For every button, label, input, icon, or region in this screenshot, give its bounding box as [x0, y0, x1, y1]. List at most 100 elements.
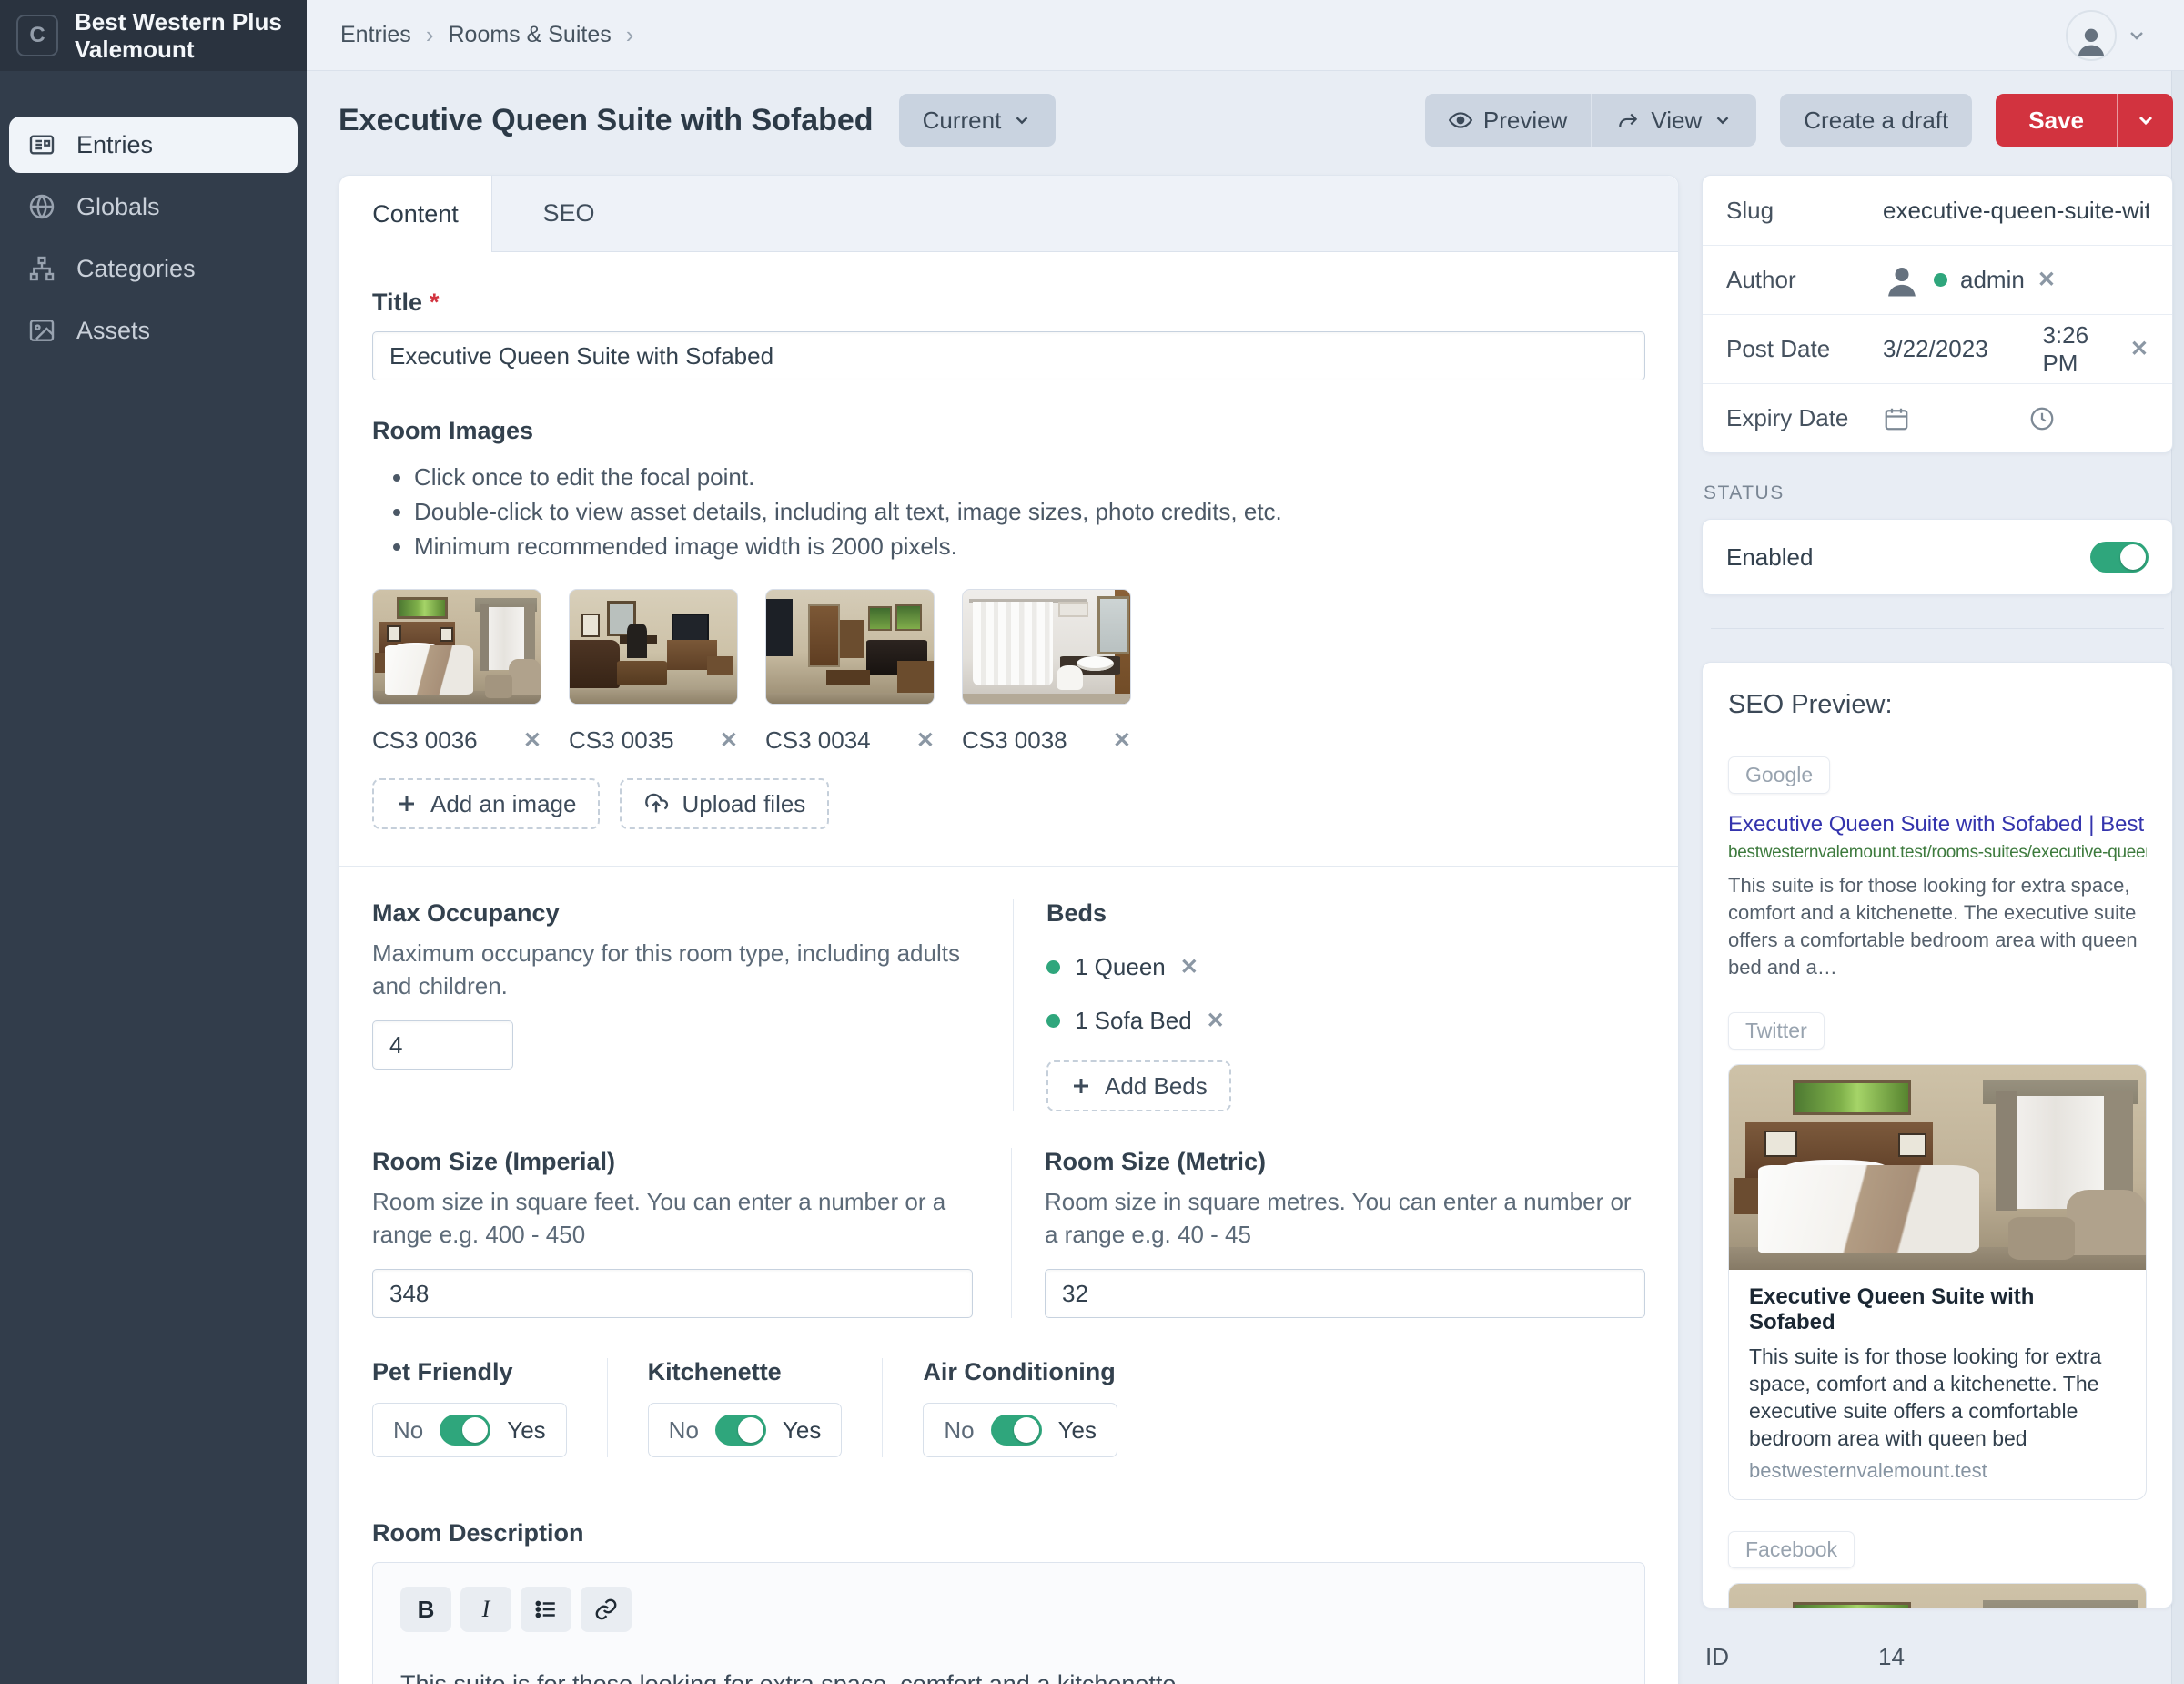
- asset-thumb-suite-entry[interactable]: [765, 589, 935, 705]
- image-icon: [27, 316, 56, 345]
- remove-asset-icon[interactable]: ✕: [523, 727, 541, 754]
- sidebar-item-assets[interactable]: Assets: [9, 302, 298, 359]
- header-actions: Preview View Create a draft Save: [1424, 94, 2173, 147]
- asset-name: CS3 0034: [765, 726, 871, 754]
- chevron-right-icon: ›: [425, 21, 434, 48]
- asset-thumb-bathroom[interactable]: [962, 589, 1131, 705]
- air-conditioning-field: Air Conditioning No Yes: [882, 1358, 1158, 1457]
- twitter-card-domain: bestwesternvalemount.test: [1749, 1459, 1987, 1482]
- expiry-date-inputs: [1883, 405, 2056, 432]
- plus-icon: [399, 796, 414, 811]
- id-value: 14: [1878, 1643, 1905, 1670]
- save-button[interactable]: Save: [1996, 94, 2117, 147]
- room-size-metric-input[interactable]: [1045, 1269, 1645, 1318]
- twitter-card-description: This suite is for those looking for extr…: [1749, 1344, 2102, 1450]
- remove-asset-icon[interactable]: ✕: [1113, 727, 1131, 754]
- tab-label: Content: [372, 199, 459, 228]
- revision-select[interactable]: Current: [898, 94, 1057, 147]
- expiry-date-row: Expiry Date: [1703, 383, 2172, 452]
- id-row: ID 14: [1705, 1643, 2169, 1671]
- globe-icon: [27, 192, 56, 221]
- rte-toolbar: B I: [400, 1587, 1617, 1632]
- remove-asset-icon[interactable]: ✕: [720, 727, 738, 754]
- toggle-knob: [1013, 1417, 1039, 1443]
- calendar-icon[interactable]: [1883, 405, 1910, 432]
- title-input[interactable]: [372, 331, 1645, 380]
- cloud-upload-icon: [645, 793, 669, 813]
- list-button[interactable]: [521, 1587, 571, 1632]
- pet-friendly-label: Pet Friendly: [372, 1358, 513, 1385]
- clear-date-icon[interactable]: ✕: [2130, 336, 2149, 362]
- sidebar-divider: [1711, 628, 2164, 629]
- asset-name: CS3 0035: [569, 726, 674, 754]
- author-label: Author: [1726, 266, 1796, 293]
- chevron-right-icon: ›: [625, 21, 634, 48]
- preview-view-group: Preview View: [1424, 94, 1757, 147]
- upload-files-button[interactable]: Upload files: [620, 778, 830, 829]
- asset-thumb-living-room[interactable]: [569, 589, 738, 705]
- chevron-down-icon: [2138, 116, 2153, 126]
- rte-content[interactable]: This suite is for those looking for extr…: [400, 1669, 1617, 1684]
- asset-thumb-bedroom[interactable]: [372, 589, 541, 705]
- room-description-label: Room Description: [372, 1519, 584, 1547]
- preview-button[interactable]: Preview: [1424, 94, 1592, 147]
- slug-value[interactable]: executive-queen-suite-with-s: [1883, 197, 2149, 225]
- room-size-row: Room Size (Imperial) Room size in square…: [372, 1111, 1645, 1318]
- author-value[interactable]: admin ✕: [1883, 261, 2056, 299]
- tab-seo[interactable]: SEO: [492, 176, 645, 251]
- sidebar: C Best Western Plus Valemount Entries Gl…: [0, 0, 307, 1684]
- remove-bed-icon[interactable]: ✕: [1180, 954, 1198, 980]
- max-occupancy-instructions: Maximum occupancy for this room type, in…: [372, 939, 960, 999]
- remove-author-icon[interactable]: ✕: [2037, 267, 2056, 293]
- scrollbar-track[interactable]: [2171, 71, 2184, 1684]
- sidebar-item-label: Entries: [76, 130, 154, 158]
- link-button[interactable]: [581, 1587, 632, 1632]
- title-label: Title: [372, 289, 423, 316]
- google-result-title[interactable]: Executive Queen Suite with Sofabed | Bes…: [1728, 812, 2147, 837]
- add-beds-button[interactable]: Add Beds: [1046, 1060, 1231, 1111]
- status-dot-icon: [1046, 1014, 1060, 1028]
- add-image-button[interactable]: Add an image: [372, 778, 601, 829]
- post-time-value[interactable]: 3:26 PM: [2042, 321, 2129, 378]
- max-occupancy-field: Max Occupancy Maximum occupancy for this…: [372, 899, 1013, 1111]
- remove-asset-icon[interactable]: ✕: [916, 727, 935, 754]
- bold-button[interactable]: B: [400, 1587, 451, 1632]
- italic-button[interactable]: I: [460, 1587, 511, 1632]
- tab-bar: Content SEO: [339, 176, 1678, 252]
- twitter-card-image: [1729, 1065, 2146, 1270]
- tab-content[interactable]: Content: [339, 176, 492, 252]
- sidebar-item-globals[interactable]: Globals: [9, 178, 298, 235]
- link-icon: [595, 1598, 617, 1620]
- room-images-instructions: Click once to edit the focal point. Doub…: [414, 460, 1645, 563]
- asset-thumbnails: [372, 589, 1645, 705]
- toggle-off-label: No: [944, 1415, 975, 1444]
- enabled-toggle[interactable]: [2090, 542, 2149, 573]
- clock-icon[interactable]: [2028, 405, 2056, 432]
- facebook-card-image: [1729, 1584, 2146, 1608]
- room-size-imperial-input[interactable]: [372, 1269, 973, 1318]
- sidebar-item-categories[interactable]: Categories: [9, 240, 298, 297]
- save-menu-button[interactable]: [2117, 94, 2173, 147]
- room-size-imperial-field: Room Size (Imperial) Room size in square…: [372, 1148, 1011, 1318]
- breadcrumb-rooms-suites[interactable]: Rooms & Suites: [448, 22, 611, 48]
- site-logo[interactable]: C: [16, 15, 58, 56]
- chevron-down-icon: [2126, 25, 2148, 46]
- air-conditioning-toggle[interactable]: No Yes: [923, 1403, 1118, 1457]
- slug-label: Slug: [1726, 196, 1774, 224]
- pet-friendly-toggle[interactable]: No Yes: [372, 1403, 567, 1457]
- sidebar-item-entries[interactable]: Entries: [9, 117, 298, 173]
- google-result-description: This suite is for those looking for extr…: [1728, 874, 2138, 979]
- breadcrumb-entries[interactable]: Entries: [340, 22, 411, 48]
- occupancy-beds-row: Max Occupancy Maximum occupancy for this…: [372, 867, 1645, 1111]
- field-label: Title *: [372, 289, 1645, 317]
- max-occupancy-input[interactable]: [372, 1020, 513, 1070]
- view-button[interactable]: View: [1591, 94, 1757, 147]
- post-date-value[interactable]: 3/22/2023: [1883, 335, 2018, 363]
- remove-bed-icon[interactable]: ✕: [1207, 1008, 1225, 1034]
- rich-text-editor[interactable]: B I This suite is for those looking for …: [372, 1562, 1645, 1684]
- topbar: Entries › Rooms & Suites ›: [307, 0, 2184, 71]
- kitchenette-toggle[interactable]: No Yes: [647, 1403, 843, 1457]
- slug-row: Slug executive-queen-suite-with-s: [1703, 176, 2172, 245]
- user-menu[interactable]: [2066, 9, 2148, 61]
- create-draft-button[interactable]: Create a draft: [1780, 94, 1973, 147]
